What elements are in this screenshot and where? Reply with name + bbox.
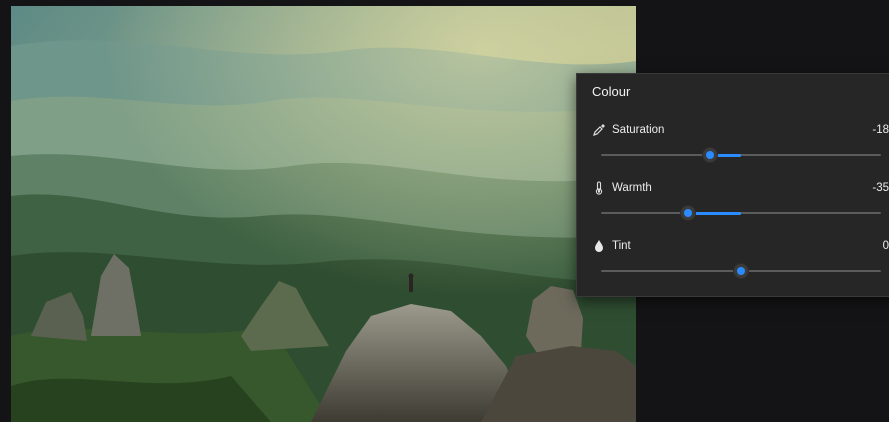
warmth-label: Warmth — [612, 182, 652, 194]
droplet-icon — [592, 239, 606, 253]
warmth-thumb[interactable] — [680, 206, 695, 220]
photo-canvas — [11, 6, 636, 422]
tint-slider-row: Tint 0 — [577, 239, 889, 297]
eyedropper-icon — [592, 123, 606, 137]
warmth-fill — [687, 211, 741, 215]
saturation-value: -18 — [872, 124, 889, 136]
tint-label: Tint — [612, 240, 631, 252]
panel-title: Colour — [592, 84, 631, 99]
warmth-slider-row: Warmth -35 — [577, 181, 889, 239]
warmth-track[interactable] — [601, 212, 881, 214]
saturation-thumb[interactable] — [703, 148, 718, 162]
tint-value: 0 — [882, 240, 889, 252]
saturation-label: Saturation — [612, 124, 665, 136]
colour-panel: Colour Saturation -18 Warmth -35 Tint 0 — [576, 73, 889, 297]
warmth-value: -35 — [872, 182, 889, 194]
saturation-slider-row: Saturation -18 — [577, 123, 889, 181]
saturation-track[interactable] — [601, 154, 881, 156]
thermometer-icon — [592, 181, 606, 195]
landscape-photo — [11, 6, 636, 422]
tint-thumb[interactable] — [734, 264, 748, 278]
